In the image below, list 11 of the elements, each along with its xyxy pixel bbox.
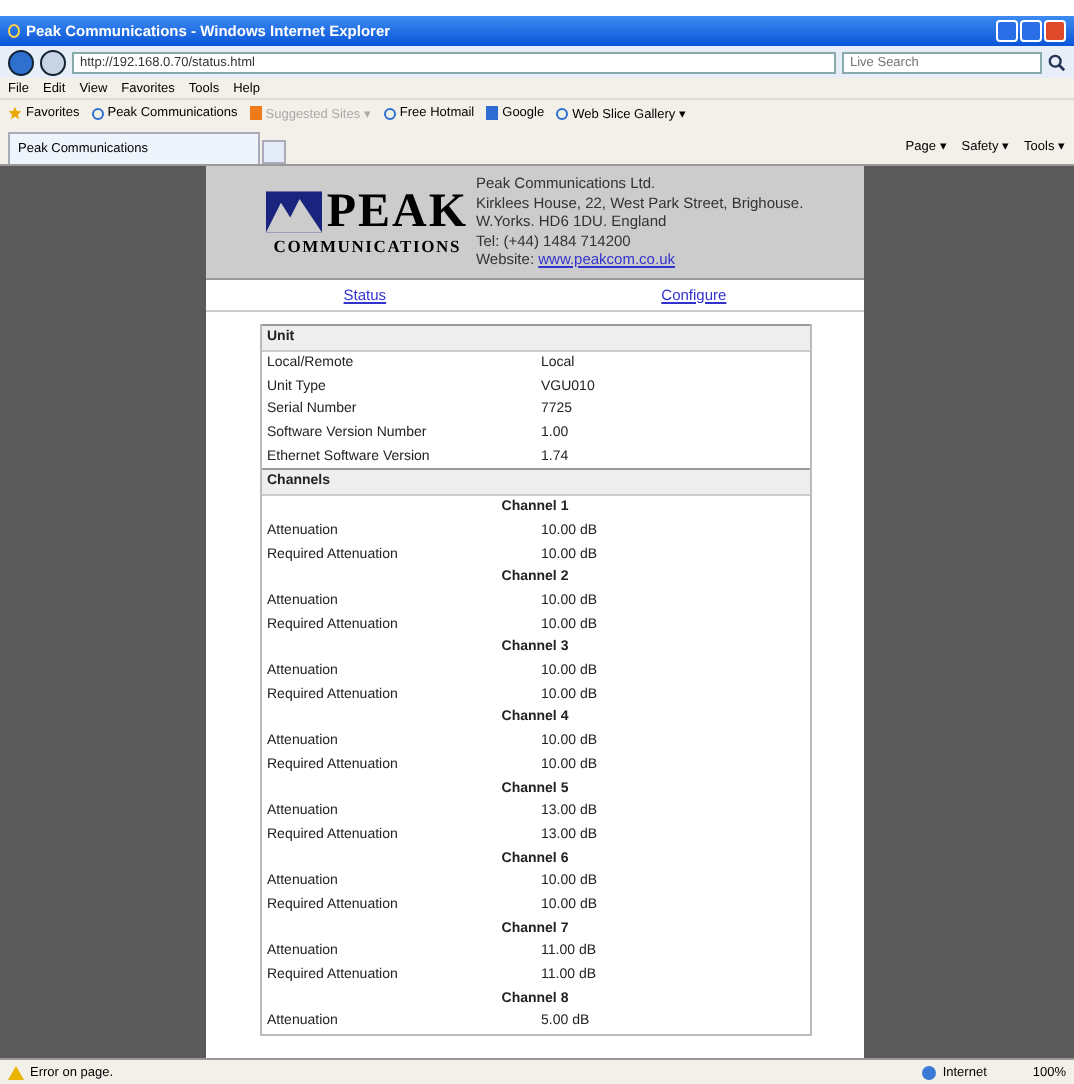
close-button[interactable] [1044, 20, 1066, 42]
search-icon[interactable] [1048, 53, 1066, 71]
maximize-button[interactable] [1020, 20, 1042, 42]
warning-icon [8, 1065, 24, 1079]
globe-icon [922, 1065, 937, 1079]
company-logo: PEAK COMMUNICATIONS [266, 187, 468, 256]
forward-button[interactable] [40, 49, 66, 75]
minimize-button[interactable] [996, 20, 1018, 42]
star-icon [8, 106, 22, 120]
back-button[interactable] [8, 49, 34, 75]
suggest-icon [249, 106, 262, 120]
